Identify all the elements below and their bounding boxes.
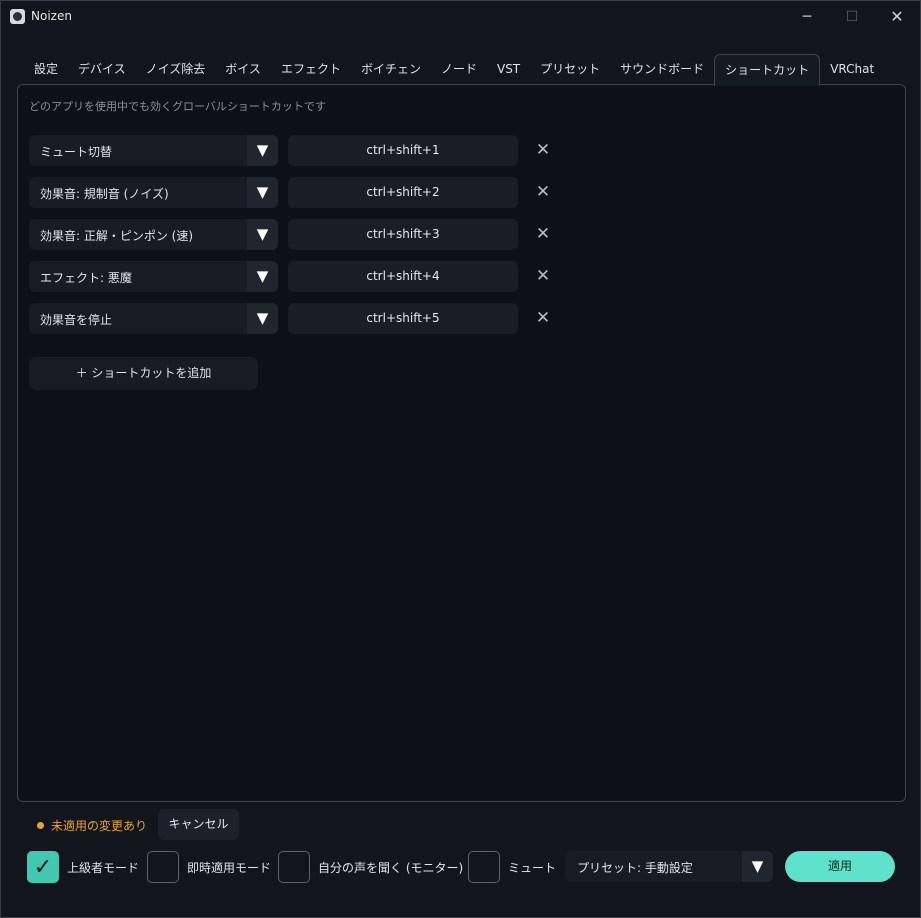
tab-voice-changer[interactable]: ボイチェン — [351, 54, 431, 86]
preset-select[interactable]: プリセット: 手動設定 ▼ — [565, 851, 773, 882]
dropdown-arrow-icon[interactable]: ▼ — [247, 219, 278, 250]
action-select[interactable]: 効果音を停止 ▼ — [29, 303, 278, 334]
advanced-mode-checkbox[interactable]: ✓ — [27, 851, 59, 883]
tab-vrchat[interactable]: VRChat — [820, 54, 884, 86]
window-title: Noizen — [31, 9, 72, 23]
key-binding-field[interactable]: ctrl+shift+4 — [288, 261, 518, 292]
tab-vst[interactable]: VST — [487, 54, 530, 86]
monitor-voice-checkbox[interactable] — [278, 851, 310, 883]
tab-devices[interactable]: デバイス — [68, 54, 136, 86]
close-button[interactable]: ✕ — [877, 5, 917, 29]
dropdown-arrow-icon[interactable]: ▼ — [247, 177, 278, 208]
add-shortcut-button[interactable]: ＋ ショートカットを追加 — [29, 357, 258, 390]
shortcuts-panel: どのアプリを使用中でも効くグローバルショートカットです ミュート切替 ▼ ctr… — [17, 84, 906, 802]
advanced-mode-label: 上級者モード — [67, 861, 140, 875]
action-select-value: エフェクト: 悪魔 — [40, 271, 132, 285]
app-logo-icon — [10, 9, 25, 24]
action-select-value: 効果音: 規制音 (ノイズ) — [40, 187, 169, 201]
remove-icon[interactable]: ✕ — [534, 266, 552, 286]
title-bar[interactable]: Noizen ─ ☐ ✕ — [1, 1, 920, 33]
status-dot-icon — [37, 822, 44, 829]
action-select[interactable]: ミュート切替 ▼ — [29, 135, 278, 166]
remove-icon[interactable]: ✕ — [534, 224, 552, 244]
tab-shortcuts[interactable]: ショートカット — [714, 54, 821, 86]
remove-icon[interactable]: ✕ — [534, 182, 552, 202]
instant-apply-label: 即時適用モード — [187, 861, 272, 875]
action-select[interactable]: 効果音: 規制音 (ノイズ) ▼ — [29, 177, 278, 208]
tab-voice[interactable]: ボイス — [215, 54, 271, 86]
apply-button[interactable]: 適用 — [785, 851, 895, 882]
action-select[interactable]: エフェクト: 悪魔 ▼ — [29, 261, 278, 292]
dropdown-arrow-icon[interactable]: ▼ — [742, 851, 773, 882]
dropdown-arrow-icon[interactable]: ▼ — [247, 135, 278, 166]
action-select[interactable]: 効果音: 正解・ピンポン (速) ▼ — [29, 219, 278, 250]
action-select-value: 効果音: 正解・ピンポン (速) — [40, 229, 194, 243]
tab-noise-removal[interactable]: ノイズ除去 — [136, 54, 216, 86]
tab-effects[interactable]: エフェクト — [271, 54, 351, 86]
app-window: Noizen ─ ☐ ✕ 設定 デバイス ノイズ除去 ボイス エフェクト ボイチ… — [0, 0, 921, 918]
tab-soundboard[interactable]: サウンドボード — [610, 54, 714, 86]
pending-changes-indicator: 未適用の変更あり — [37, 817, 147, 834]
key-binding-field[interactable]: ctrl+shift+3 — [288, 219, 518, 250]
key-binding-field[interactable]: ctrl+shift+5 — [288, 303, 518, 334]
remove-icon[interactable]: ✕ — [534, 140, 552, 160]
cancel-button[interactable]: キャンセル — [158, 809, 239, 840]
tab-nodes[interactable]: ノード — [431, 54, 487, 86]
tab-settings[interactable]: 設定 — [24, 54, 68, 86]
key-binding-field[interactable]: ctrl+shift+2 — [288, 177, 518, 208]
action-select-value: 効果音を停止 — [40, 313, 113, 327]
remove-icon[interactable]: ✕ — [534, 308, 552, 328]
action-select-value: ミュート切替 — [40, 145, 113, 159]
mute-label: ミュート — [508, 861, 557, 875]
instant-apply-checkbox[interactable] — [147, 851, 179, 883]
dropdown-arrow-icon[interactable]: ▼ — [247, 261, 278, 292]
tab-presets[interactable]: プリセット — [530, 54, 610, 86]
monitor-voice-label: 自分の声を聞く (モニター) — [318, 861, 464, 875]
pending-changes-text: 未適用の変更あり — [51, 819, 148, 833]
mute-checkbox[interactable] — [468, 851, 500, 883]
dropdown-arrow-icon[interactable]: ▼ — [247, 303, 278, 334]
key-binding-field[interactable]: ctrl+shift+1 — [288, 135, 518, 166]
tab-bar: 設定 デバイス ノイズ除去 ボイス エフェクト ボイチェン ノード VST プリ… — [24, 54, 884, 86]
minimize-button[interactable]: ─ — [787, 5, 827, 29]
maximize-button[interactable]: ☐ — [832, 5, 872, 29]
preset-select-value: プリセット: 手動設定 — [577, 861, 693, 875]
panel-description: どのアプリを使用中でも効くグローバルショートカットです — [29, 100, 326, 113]
